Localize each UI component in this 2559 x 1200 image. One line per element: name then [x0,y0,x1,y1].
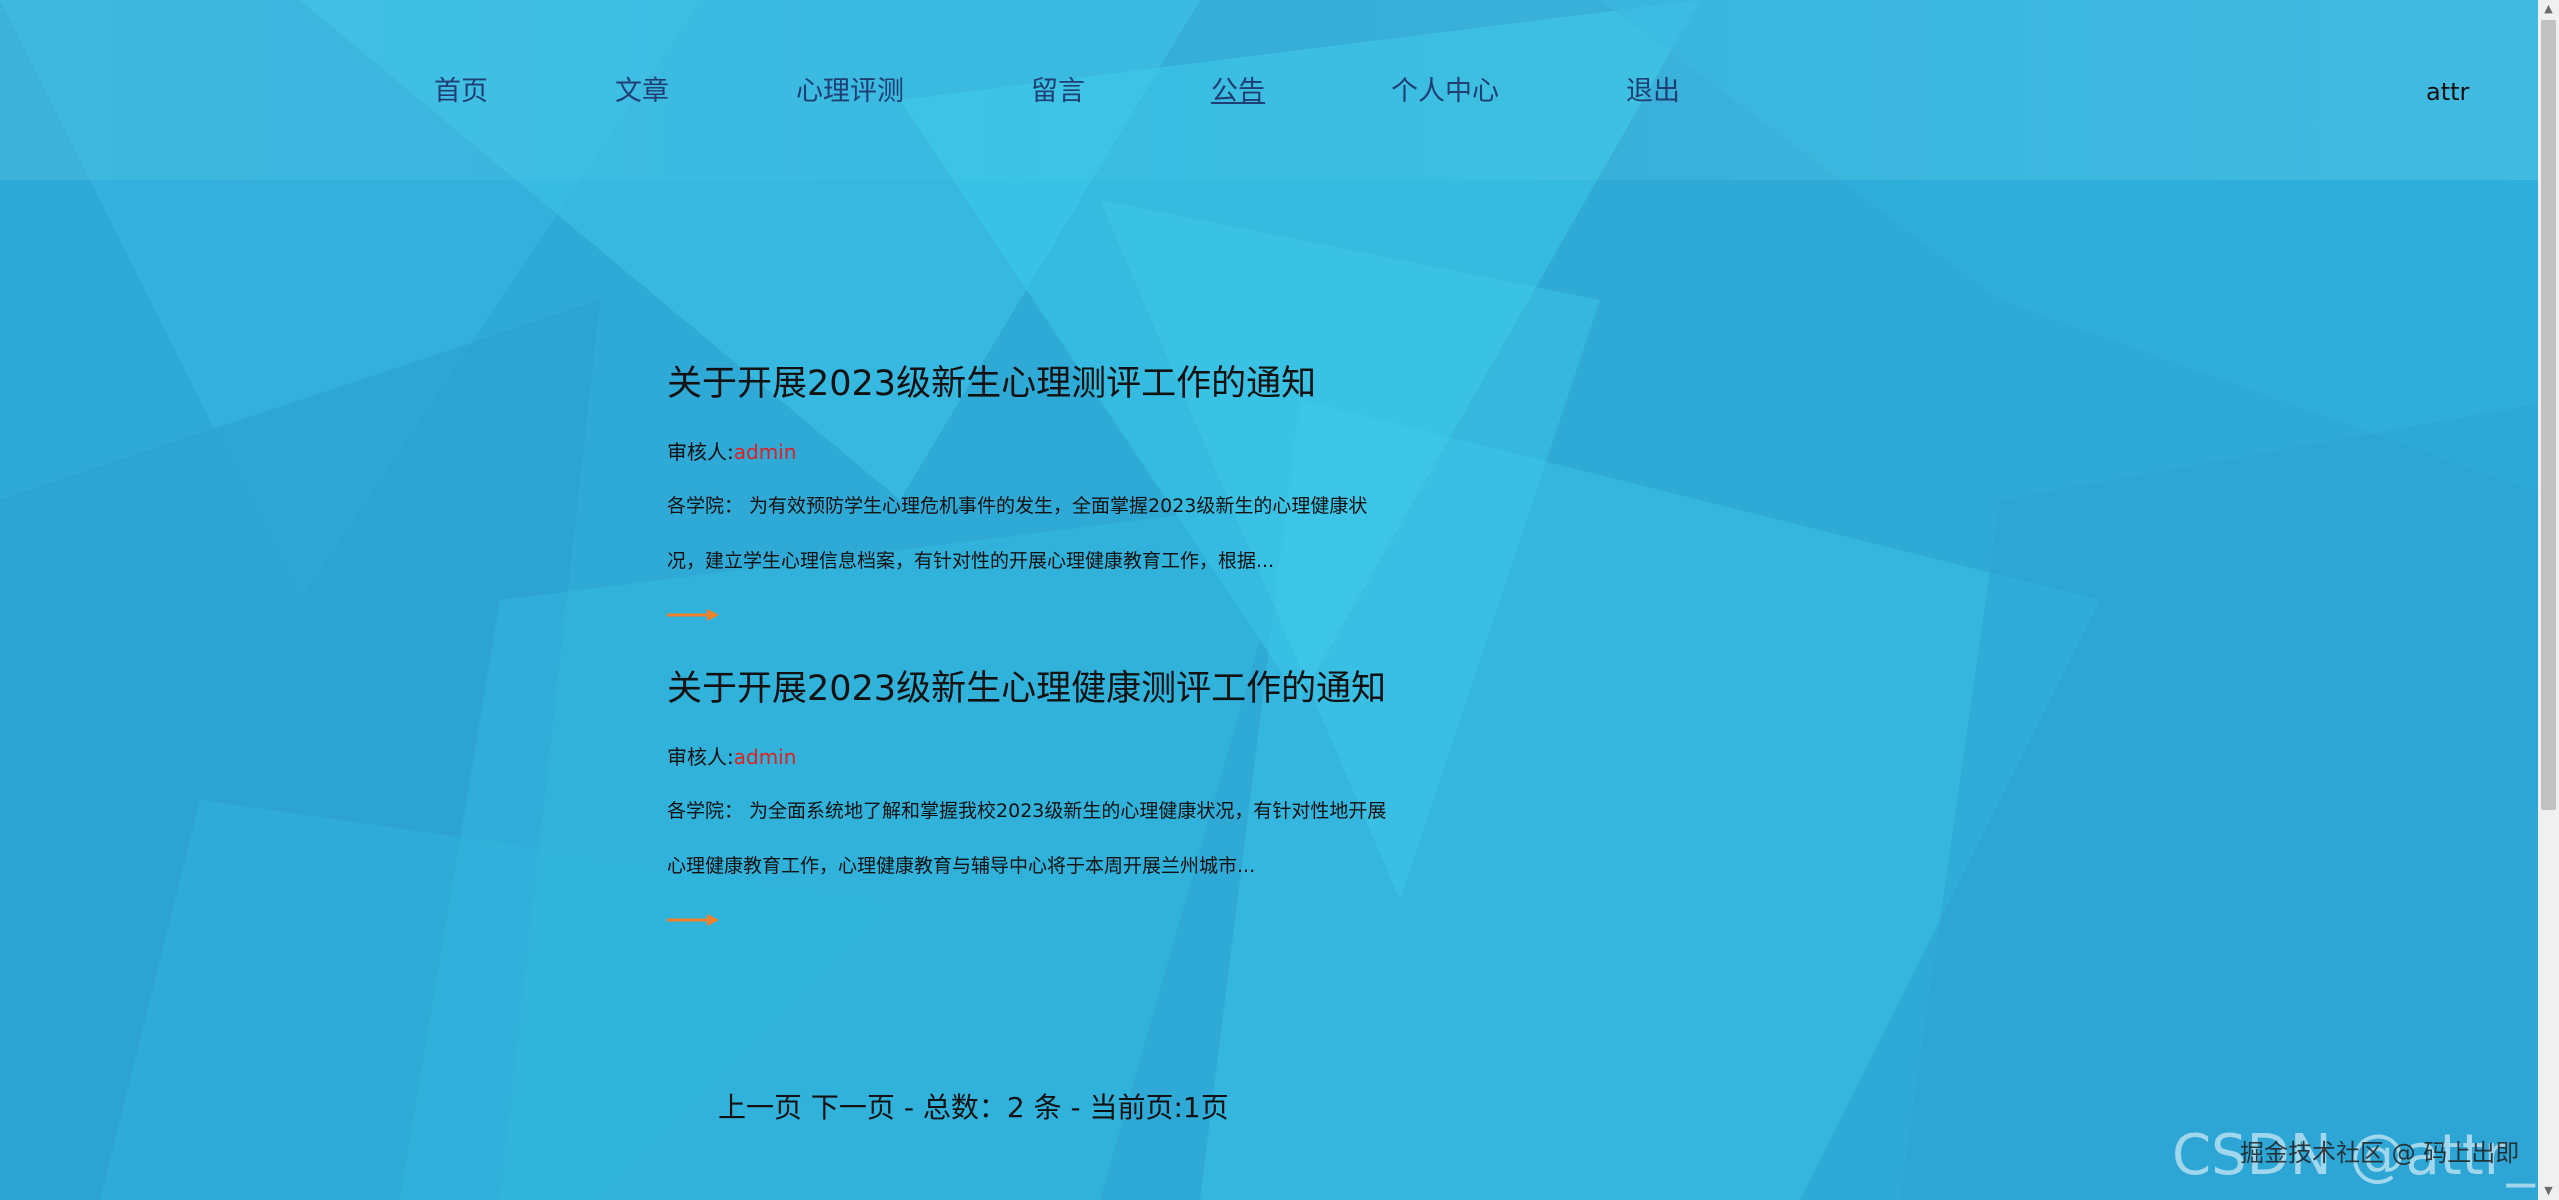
scroll-down-arrow-icon[interactable]: ▼ [2538,1182,2559,1200]
notice-item: 关于开展2023级新生心理测评工作的通知 审核人:admin 各学院： 为有效预… [667,360,1407,623]
pagination-summary: - 总数：2 条 - 当前页:1页 [903,1091,1229,1124]
notice-excerpt: 各学院： 为全面系统地了解和掌握我校2023级新生的心理健康状况，有针对性地开展… [667,800,1387,877]
scroll-thumb[interactable] [2541,20,2556,810]
notice-excerpt: 各学院： 为有效预防学生心理危机事件的发生，全面掌握2023级新生的心理健康状况… [667,495,1368,572]
prev-page-link[interactable]: 上一页 [718,1091,802,1124]
current-user: attr [2426,78,2470,106]
pagination: 上一页 下一页 - 总数：2 条 - 当前页:1页 [718,1088,1229,1128]
notice-title[interactable]: 关于开展2023级新生心理健康测评工作的通知 [667,665,1387,713]
notice-title[interactable]: 关于开展2023级新生心理测评工作的通知 [667,360,1387,408]
nav-item-home[interactable]: 首页 [434,72,488,112]
notice-meta: 审核人:admin [667,742,1407,772]
nav-item-announcements[interactable]: 公告 [1211,72,1265,112]
notice-item: 关于开展2023级新生心理健康测评工作的通知 审核人:admin 各学院： 为全… [667,665,1407,928]
read-more-arrow-icon[interactable] [667,912,719,928]
watermark-juejin: 掘金技术社区 @ 码上出即 [2240,1139,2520,1167]
page: 首页 文章 心理评测 留言 公告 个人中心 退出 attr 关于开展2023级新… [0,0,2559,1200]
vertical-scrollbar[interactable]: ▲ ▼ [2538,0,2559,1200]
notice-list: 关于开展2023级新生心理测评工作的通知 审核人:admin 各学院： 为有效预… [667,360,1407,928]
top-nav: 首页 文章 心理评测 留言 公告 个人中心 退出 attr [0,0,2538,180]
scroll-up-arrow-icon[interactable]: ▲ [2538,0,2559,18]
read-more-arrow-icon[interactable] [667,607,719,623]
reviewer-name: admin [733,440,797,464]
next-page-link[interactable]: 下一页 [811,1091,895,1124]
nav-item-articles[interactable]: 文章 [615,72,669,112]
nav-item-psych-test[interactable]: 心理评测 [796,72,904,112]
nav-item-messages[interactable]: 留言 [1031,72,1085,112]
nav-item-logout[interactable]: 退出 [1626,72,1680,112]
reviewer-label: 审核人: [667,440,734,464]
notice-meta: 审核人:admin [667,437,1407,467]
nav-item-profile[interactable]: 个人中心 [1391,72,1499,112]
reviewer-label: 审核人: [667,745,734,769]
reviewer-name: admin [733,745,797,769]
